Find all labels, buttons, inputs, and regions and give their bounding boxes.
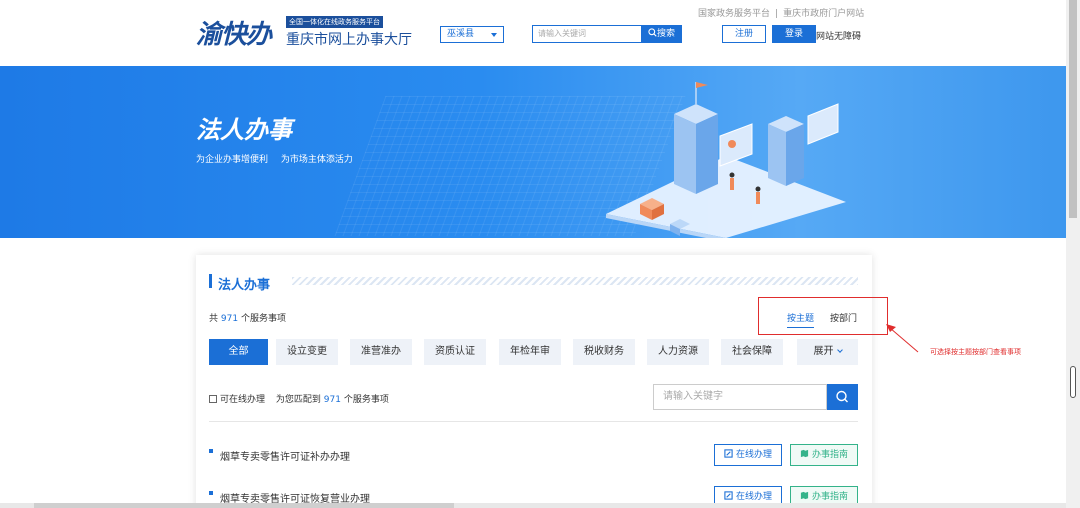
- online-only-checkbox[interactable]: [209, 394, 217, 403]
- category-qualification[interactable]: 资质认证: [424, 339, 486, 365]
- count-value: 971: [220, 314, 239, 324]
- expand-label: 展开: [813, 346, 834, 357]
- register-button[interactable]: 注册: [722, 25, 766, 43]
- logo-tagline: 全国一体化在线政务服务平台: [286, 16, 383, 28]
- service-item-name[interactable]: 烟草专卖零售许可证补办办理: [220, 448, 350, 463]
- item-bullet: [209, 491, 213, 495]
- login-button[interactable]: 登录: [772, 25, 816, 43]
- keyword-search-button[interactable]: [827, 384, 858, 410]
- city-illustration: [606, 82, 846, 238]
- category-license[interactable]: 准营准办: [350, 339, 412, 365]
- count-suffix: 个服务事项: [240, 314, 286, 324]
- annotation-highlight-box: [758, 297, 888, 335]
- map-icon: [800, 449, 809, 458]
- filter-row: 可在线办理 为您匹配到 971 个服务事项: [209, 392, 389, 405]
- category-tax-finance[interactable]: 税收财务: [573, 339, 635, 365]
- chevron-down-icon: [836, 347, 843, 353]
- site-name: 重庆市网上办事大厅: [286, 32, 412, 48]
- horizontal-scrollbar[interactable]: [0, 503, 1066, 508]
- site-logo[interactable]: 渝快办: [196, 14, 272, 51]
- search-icon: [648, 28, 657, 37]
- online-only-label: 可在线办理: [220, 395, 266, 405]
- map-icon: [800, 491, 809, 500]
- scroll-position-marker: [1070, 366, 1076, 398]
- search-icon: [836, 390, 848, 403]
- category-expand[interactable]: 展开: [797, 339, 858, 365]
- banner-subtitle-1: 为企业办事增便利: [196, 155, 269, 165]
- caret-down-icon: [491, 33, 497, 37]
- match-suffix: 个服务事项: [343, 395, 389, 405]
- item-bullet: [209, 449, 213, 453]
- divider: [209, 421, 858, 422]
- title-decoration: [292, 277, 858, 285]
- category-human-resources[interactable]: 人力资源: [647, 339, 709, 365]
- category-all[interactable]: 全部: [209, 339, 268, 365]
- region-select[interactable]: 巫溪县: [440, 26, 504, 43]
- top-link-separator: |: [775, 9, 779, 19]
- link-national-platform[interactable]: 国家政务服务平台: [698, 9, 770, 19]
- link-cq-portal[interactable]: 重庆市政府门户网站: [783, 9, 864, 19]
- service-card: 法人办事 共 971 个服务事项 按主题 按部门 全部 设立变更 准营准办 资质…: [196, 255, 872, 508]
- annotation-text: 可选择按主题按部门查看事项: [930, 348, 1021, 356]
- online-apply-label: 在线办理: [735, 450, 772, 460]
- title-accent-bar: [209, 274, 212, 288]
- banner-subtitle: 为企业办事增便利 为市场主体添活力: [196, 152, 363, 165]
- horizontal-scrollbar-thumb[interactable]: [34, 503, 454, 508]
- service-guide-button[interactable]: 办事指南: [790, 444, 858, 466]
- category-annual-review[interactable]: 年检年审: [499, 339, 561, 365]
- service-guide-label: 办事指南: [811, 450, 848, 460]
- page: 渝快办 全国一体化在线政务服务平台 重庆市网上办事大厅 巫溪县 请输入关键词 搜…: [0, 0, 1080, 508]
- header-search-input[interactable]: 请输入关键词: [532, 25, 642, 43]
- count-prefix: 共: [209, 314, 219, 324]
- keyword-search-input[interactable]: 请输入关键字: [653, 384, 827, 410]
- banner-title: 法人办事: [196, 115, 292, 144]
- banner-subtitle-2: 为市场主体添活力: [280, 155, 353, 165]
- service-guide-label: 办事指南: [811, 492, 848, 502]
- accessibility-link[interactable]: 网站无障碍: [816, 29, 861, 42]
- header: 渝快办 全国一体化在线政务服务平台 重庆市网上办事大厅 巫溪县 请输入关键词 搜…: [0, 0, 1066, 66]
- category-social-security[interactable]: 社会保障: [721, 339, 783, 365]
- scrollbar-thumb[interactable]: [1069, 0, 1077, 218]
- match-prefix: 为您匹配到: [275, 395, 321, 405]
- header-search-button[interactable]: 搜索: [641, 25, 682, 43]
- edit-icon: [724, 449, 733, 458]
- annotation-arrow-icon: [886, 324, 919, 353]
- online-apply-button[interactable]: 在线办理: [714, 444, 782, 466]
- online-apply-label: 在线办理: [735, 492, 772, 502]
- edit-icon: [724, 491, 733, 500]
- region-select-value: 巫溪县: [447, 29, 475, 39]
- top-links: 国家政务服务平台 | 重庆市政府门户网站: [698, 6, 864, 19]
- card-title: 法人办事: [218, 278, 271, 293]
- hero-banner: 法人办事 为企业办事增便利 为市场主体添活力: [0, 66, 1066, 238]
- match-value: 971: [323, 395, 341, 405]
- category-establish-change[interactable]: 设立变更: [276, 339, 338, 365]
- service-count: 共 971 个服务事项: [209, 311, 286, 324]
- header-search-label: 搜索: [656, 29, 675, 39]
- service-item: 烟草专卖零售许可证补办办理 在线办理 办事指南: [209, 444, 858, 466]
- vertical-scrollbar[interactable]: [1066, 0, 1080, 508]
